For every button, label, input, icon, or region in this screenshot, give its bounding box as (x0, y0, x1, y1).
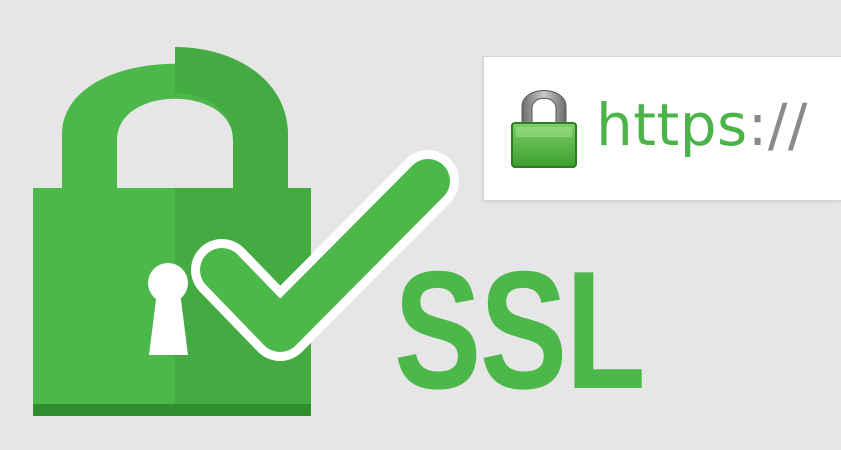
address-bar: https:// (483, 56, 841, 201)
padlock-icon (511, 90, 577, 168)
url-scheme: https (596, 91, 748, 159)
url-protocol: https:// (596, 85, 808, 165)
lock-shackle-shade (175, 47, 288, 188)
url-separator: :// (747, 91, 808, 159)
ssl-illustration: https:// SSL (0, 0, 841, 450)
ssl-heading: SSL (394, 236, 646, 424)
lock-base-strip (33, 404, 311, 416)
padlock-icon (33, 47, 311, 416)
